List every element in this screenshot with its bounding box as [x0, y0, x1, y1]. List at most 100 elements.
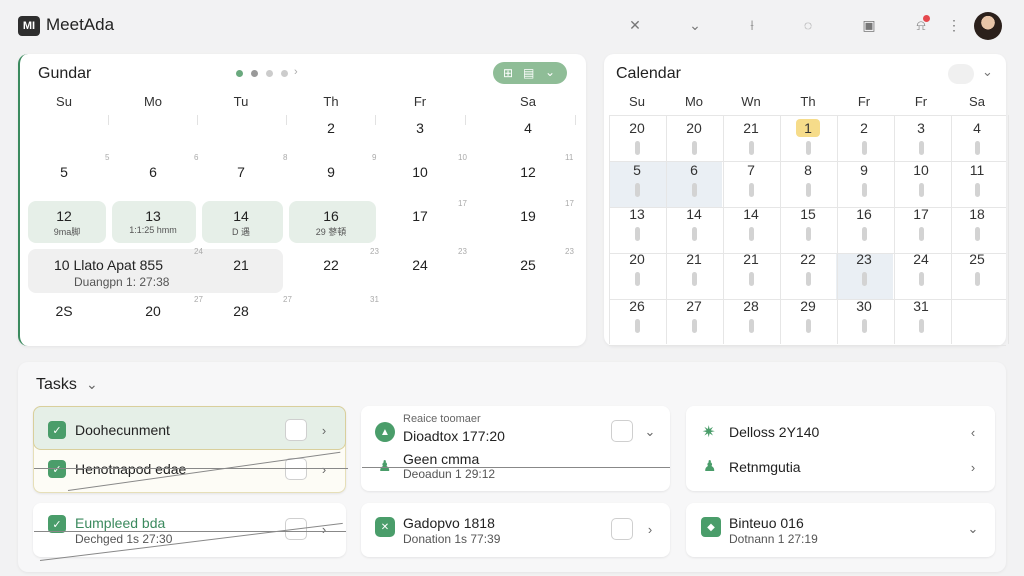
day-cell[interactable]: 24 [405, 257, 435, 273]
chevron-right-icon[interactable]: › [317, 462, 331, 477]
date-cell[interactable]: 10 [906, 162, 936, 178]
day-cell[interactable]: 22 [316, 257, 346, 273]
day-cell[interactable]: 25 [513, 257, 543, 273]
chevron-down-icon[interactable]: ⌄ [684, 14, 706, 36]
day-cell[interactable]: 12 [513, 164, 543, 180]
pager-dot[interactable] [281, 70, 288, 77]
more-vert-icon[interactable]: ⋮ [943, 14, 965, 36]
event-indicator [975, 183, 980, 197]
date-cell[interactable]: 9 [849, 162, 879, 178]
date-cell[interactable]: 24 [906, 251, 936, 267]
event-subtext: 1:1:25 hmm [129, 225, 177, 235]
task-checkbox[interactable] [611, 518, 633, 540]
task-checkbox[interactable] [611, 420, 633, 442]
day-cell[interactable]: 21 [226, 257, 256, 273]
calendar-view-icon: ▤ [523, 66, 535, 80]
date-cell[interactable]: 21 [736, 120, 766, 136]
event-indicator [749, 183, 754, 197]
pin-icon[interactable]: ⟊ [741, 14, 763, 36]
date-cell[interactable]: 2 [849, 120, 879, 136]
task-checkbox[interactable] [285, 419, 307, 441]
date-cell[interactable]: 16 [849, 206, 879, 222]
day-cell[interactable]: 10 [405, 164, 435, 180]
date-cell[interactable]: 1 [793, 120, 823, 136]
arrow-up-icon: ▲ [375, 422, 395, 442]
date-cell[interactable]: 18 [962, 206, 992, 222]
checkbox-checked[interactable]: ✓ [48, 460, 66, 478]
day-cell[interactable]: 20 [138, 303, 168, 319]
day-cell[interactable]: 28 [226, 303, 256, 319]
close-small-icon[interactable]: ✕ [624, 14, 646, 36]
dow-label: Fr [914, 94, 928, 109]
date-cell[interactable]: 15 [793, 206, 823, 222]
date-cell[interactable]: 3 [906, 120, 936, 136]
day-cell[interactable]: 13 [138, 208, 168, 224]
chevron-left-icon[interactable]: ‹ [966, 425, 980, 440]
day-cell[interactable]: 3 [405, 120, 435, 136]
chevron-right-icon[interactable]: › [317, 423, 331, 438]
event-indicator [635, 319, 640, 333]
chevron-down-icon[interactable]: ⌄ [86, 376, 98, 393]
day-cell[interactable]: 19 [513, 208, 543, 224]
day-cell[interactable]: 17 [405, 208, 435, 224]
date-cell[interactable]: 11 [962, 162, 992, 178]
view-toggle[interactable] [948, 64, 974, 84]
date-cell[interactable]: 6 [679, 162, 709, 178]
date-cell[interactable]: 17 [906, 206, 936, 222]
day-cell[interactable]: 2S [49, 303, 79, 319]
date-cell[interactable]: 31 [906, 298, 936, 314]
checkbox-checked[interactable]: ✓ [48, 421, 66, 439]
event-indicator [919, 141, 924, 155]
date-cell[interactable]: 13 [622, 206, 652, 222]
day-cell[interactable]: 12 [49, 208, 79, 224]
date-cell[interactable]: 8 [793, 162, 823, 178]
date-cell[interactable]: 20 [622, 251, 652, 267]
task-card[interactable] [686, 406, 995, 491]
chevron-down-icon[interactable]: ⌄ [982, 64, 993, 80]
event-indicator [692, 183, 697, 197]
date-cell[interactable]: 4 [962, 120, 992, 136]
date-cell[interactable]: 20 [622, 120, 652, 136]
dow-label: Su [629, 94, 645, 109]
date-cell[interactable]: 14 [679, 206, 709, 222]
day-cell[interactable]: 7 [226, 164, 256, 180]
date-cell[interactable]: 14 [736, 206, 766, 222]
pager-dot[interactable] [266, 70, 273, 77]
day-cell[interactable]: 16 [316, 208, 346, 224]
date-cell[interactable]: 20 [679, 120, 709, 136]
mini-number: 10 [458, 153, 467, 162]
date-cell[interactable]: 27 [679, 298, 709, 314]
date-cell[interactable]: 30 [849, 298, 879, 314]
grid-tick [108, 115, 109, 125]
calendar-icon[interactable]: ▣ [858, 14, 880, 36]
pager-dot-active[interactable] [236, 70, 243, 77]
day-cell[interactable]: 4 [513, 120, 543, 136]
chevron-down-icon[interactable]: ⌄ [643, 424, 657, 440]
day-cell[interactable]: 9 [316, 164, 346, 180]
date-cell[interactable]: 21 [736, 251, 766, 267]
chevron-down-icon[interactable]: ⌄ [966, 521, 980, 537]
day-cell[interactable]: 2 [316, 120, 346, 136]
avatar[interactable] [974, 12, 1002, 40]
date-cell[interactable]: 29 [793, 298, 823, 314]
date-cell[interactable]: 22 [793, 251, 823, 267]
date-cell[interactable]: 5 [622, 162, 652, 178]
date-cell[interactable]: 23 [849, 251, 879, 267]
view-toggle-pill[interactable]: ⊞ ▤ ⌄ [493, 62, 567, 84]
task-checkbox[interactable] [285, 458, 307, 480]
chevron-right-icon[interactable]: › [966, 460, 980, 475]
event-indicator [749, 319, 754, 333]
pager-dot[interactable] [251, 70, 258, 77]
chat-icon[interactable]: ◌ [797, 14, 819, 36]
date-cell[interactable]: 26 [622, 298, 652, 314]
day-cell[interactable]: 6 [138, 164, 168, 180]
date-cell[interactable]: 21 [679, 251, 709, 267]
day-cell[interactable]: 5 [49, 164, 79, 180]
date-cell[interactable]: 25 [962, 251, 992, 267]
event-indicator [692, 227, 697, 241]
chevron-right-icon[interactable]: › [643, 522, 657, 537]
date-cell[interactable]: 28 [736, 298, 766, 314]
day-cell[interactable]: 14 [226, 208, 256, 224]
date-cell[interactable]: 7 [736, 162, 766, 178]
chevron-right-icon[interactable]: › [294, 66, 298, 78]
